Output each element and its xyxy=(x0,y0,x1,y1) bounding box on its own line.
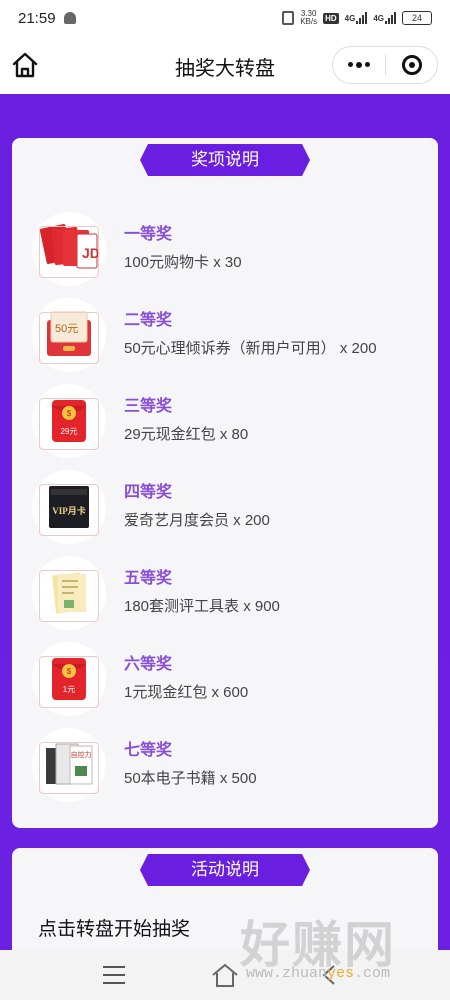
vibrate-icon xyxy=(282,11,295,25)
prize-item-7: 自控力 七等奖 50本电子书籍 x 500 xyxy=(32,728,422,814)
status-time: 21:59 xyxy=(18,9,56,27)
prize-item-1: JD 一等奖 100元购物卡 x 30 xyxy=(32,212,422,298)
battery-level: 24 xyxy=(411,13,422,23)
coupon-50-icon: 50元 xyxy=(32,298,106,372)
red-envelope-icon: $ 1元 xyxy=(32,642,106,716)
folder-icon xyxy=(32,556,106,630)
prize-desc: 爱奇艺月度会员 x 200 xyxy=(124,512,270,529)
signal-icon-1: 4G xyxy=(345,12,368,24)
system-nav-bar xyxy=(0,950,450,1000)
close-target-icon xyxy=(401,55,422,75)
prize-desc: 50本电子书籍 x 500 xyxy=(124,770,257,787)
back-arrow-icon xyxy=(322,965,335,985)
prize-desc: 50元心理倾诉券（新用户可用） x 200 xyxy=(124,340,377,357)
prize-item-3: $ 29元 三等奖 29元现金红包 x 80 xyxy=(32,384,422,470)
hd-badge: HD xyxy=(323,12,339,24)
menu-line-icon xyxy=(103,974,125,976)
prize-name: 三等奖 xyxy=(124,398,173,415)
home-outline-icon xyxy=(212,963,238,987)
prize-desc: 180套测评工具表 x 900 xyxy=(124,598,280,615)
network-type-2: 4G xyxy=(373,13,384,23)
prize-name: 五等奖 xyxy=(124,570,173,587)
network-type-1: 4G xyxy=(344,13,356,23)
prize-name: 六等奖 xyxy=(124,656,173,673)
prize-item-6: $ 1元 六等奖 1元现金红包 x 600 xyxy=(32,642,422,728)
prize-name: 一等奖 xyxy=(124,226,173,243)
prize-name: 二等奖 xyxy=(124,312,173,329)
prize-desc: 29元现金红包 x 80 xyxy=(124,426,249,443)
prize-name: 四等奖 xyxy=(124,484,173,501)
activity-instruction: 点击转盘开始抽奖 xyxy=(38,919,191,940)
main-content[interactable]: 奖项说明 JD 一等奖 100元购物卡 x 30 50元 二等奖 50元心理倾诉… xyxy=(0,94,450,950)
prize-desc: 100元购物卡 x 30 xyxy=(124,254,242,271)
activity-card: 活动说明 点击转盘开始抽奖 xyxy=(12,848,438,950)
status-icons: 3.30 KB/s HD 4G 4G 24 xyxy=(282,10,432,26)
red-envelope-icon: $ 29元 xyxy=(32,384,106,458)
prize-item-2: 50元 二等奖 50元心理倾诉券（新用户可用） x 200 xyxy=(32,298,422,384)
prizes-card: 奖项说明 JD 一等奖 100元购物卡 x 30 50元 二等奖 50元心理倾诉… xyxy=(12,138,438,828)
nav-header: 抽奖大转盘 xyxy=(0,36,450,94)
prize-item-5: 五等奖 180套测评工具表 x 900 xyxy=(32,556,422,642)
prize-name: 七等奖 xyxy=(124,742,173,759)
vip-card-icon: VIP月卡 xyxy=(32,470,106,544)
menu-line-icon xyxy=(103,982,125,984)
prize-item-4: VIP月卡 四等奖 爱奇艺月度会员 x 200 xyxy=(32,470,422,556)
network-speed: 3.30 KB/s xyxy=(300,9,318,26)
close-button[interactable] xyxy=(386,55,437,75)
system-back-button[interactable] xyxy=(318,962,342,993)
battery-icon: 24 xyxy=(402,11,432,25)
prizes-card-title: 奖项说明 xyxy=(140,144,310,176)
menu-button[interactable] xyxy=(103,966,125,984)
signal-icon-2: 4G xyxy=(373,12,396,24)
more-dot-icon xyxy=(348,62,353,67)
system-home-button[interactable] xyxy=(210,962,240,993)
status-bar: 21:59 3.30 KB/s HD 4G 4G 24 xyxy=(0,0,450,36)
more-button[interactable] xyxy=(333,62,385,68)
menu-line-icon xyxy=(103,966,125,968)
notification-bell-icon xyxy=(63,12,76,24)
mini-program-capsule xyxy=(332,46,438,84)
books-icon: 自控力 xyxy=(32,728,106,802)
prize-desc: 1元现金红包 x 600 xyxy=(124,684,249,701)
more-dot-icon xyxy=(356,62,362,68)
activity-card-title: 活动说明 xyxy=(140,854,310,886)
shopping-card-icon: JD xyxy=(32,212,106,286)
more-dot-icon xyxy=(365,62,370,67)
